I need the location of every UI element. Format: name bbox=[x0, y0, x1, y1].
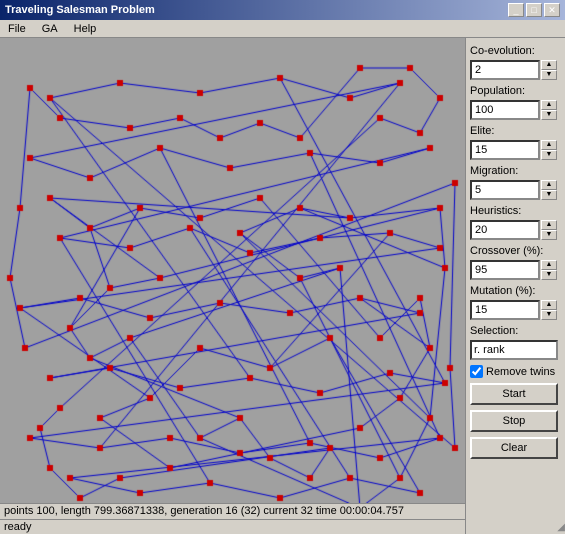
title-bar-text: Traveling Salesman Problem bbox=[5, 4, 155, 16]
crossover-spinner: ▲ ▼ bbox=[470, 260, 561, 280]
coevolution-down[interactable]: ▼ bbox=[541, 70, 557, 80]
canvas-container bbox=[0, 38, 465, 503]
population-down[interactable]: ▼ bbox=[541, 110, 557, 120]
remove-twins-label: Remove twins bbox=[486, 366, 555, 378]
mutation-spinner: ▲ ▼ bbox=[470, 300, 561, 320]
migration-label: Migration: bbox=[470, 165, 561, 177]
coevolution-label: Co-evolution: bbox=[470, 45, 561, 57]
population-spinner: ▲ ▼ bbox=[470, 100, 561, 120]
heuristics-label: Heuristics: bbox=[470, 205, 561, 217]
coevolution-spinner: ▲ ▼ bbox=[470, 60, 561, 80]
sidebar: Co-evolution: ▲ ▼ Population: ▲ ▼ Elite:… bbox=[465, 38, 565, 534]
crossover-input[interactable] bbox=[470, 260, 540, 280]
close-button[interactable]: ✕ bbox=[544, 3, 560, 17]
ready-text: ready bbox=[4, 521, 32, 533]
start-button[interactable]: Start bbox=[470, 383, 558, 405]
elite-spinner: ▲ ▼ bbox=[470, 140, 561, 160]
menu-help[interactable]: Help bbox=[70, 22, 101, 36]
crossover-label: Crossover (%): bbox=[470, 245, 561, 257]
menu-bar: File GA Help bbox=[0, 20, 565, 38]
main-area: points 100, length 799.36871338, generat… bbox=[0, 38, 565, 534]
coevolution-input[interactable] bbox=[470, 60, 540, 80]
crossover-up[interactable]: ▲ bbox=[541, 260, 557, 270]
status-bar: points 100, length 799.36871338, generat… bbox=[0, 503, 465, 519]
ready-bar: ready bbox=[0, 519, 465, 534]
heuristics-down[interactable]: ▼ bbox=[541, 230, 557, 240]
elite-label: Elite: bbox=[470, 125, 561, 137]
title-bar-buttons: _ □ ✕ bbox=[508, 3, 560, 17]
mutation-up[interactable]: ▲ bbox=[541, 300, 557, 310]
remove-twins-checkbox[interactable] bbox=[470, 365, 483, 378]
heuristics-input[interactable] bbox=[470, 220, 540, 240]
coevolution-up[interactable]: ▲ bbox=[541, 60, 557, 70]
stop-button[interactable]: Stop bbox=[470, 410, 558, 432]
status-text: points 100, length 799.36871338, generat… bbox=[4, 505, 404, 517]
title-bar: Traveling Salesman Problem _ □ ✕ bbox=[0, 0, 565, 20]
selection-select[interactable]: r. rank tournament roulette bbox=[470, 340, 558, 360]
mutation-input[interactable] bbox=[470, 300, 540, 320]
menu-ga[interactable]: GA bbox=[38, 22, 62, 36]
migration-spinner: ▲ ▼ bbox=[470, 180, 561, 200]
population-label: Population: bbox=[470, 85, 561, 97]
elite-input[interactable] bbox=[470, 140, 540, 160]
migration-down[interactable]: ▼ bbox=[541, 190, 557, 200]
population-up[interactable]: ▲ bbox=[541, 100, 557, 110]
mutation-down[interactable]: ▼ bbox=[541, 310, 557, 320]
crossover-down[interactable]: ▼ bbox=[541, 270, 557, 280]
elite-down[interactable]: ▼ bbox=[541, 150, 557, 160]
tsp-canvas bbox=[0, 38, 465, 503]
elite-up[interactable]: ▲ bbox=[541, 140, 557, 150]
minimize-button[interactable]: _ bbox=[508, 3, 524, 17]
resize-grip: ◢ bbox=[553, 522, 565, 534]
heuristics-spinner: ▲ ▼ bbox=[470, 220, 561, 240]
mutation-label: Mutation (%): bbox=[470, 285, 561, 297]
population-input[interactable] bbox=[470, 100, 540, 120]
maximize-button[interactable]: □ bbox=[526, 3, 542, 17]
selection-wrapper: r. rank tournament roulette bbox=[470, 340, 561, 360]
remove-twins-row: Remove twins bbox=[470, 365, 561, 378]
selection-label: Selection: bbox=[470, 325, 561, 337]
clear-button[interactable]: Clear bbox=[470, 437, 558, 459]
migration-input[interactable] bbox=[470, 180, 540, 200]
heuristics-up[interactable]: ▲ bbox=[541, 220, 557, 230]
canvas-area: points 100, length 799.36871338, generat… bbox=[0, 38, 465, 534]
menu-file[interactable]: File bbox=[4, 22, 30, 36]
migration-up[interactable]: ▲ bbox=[541, 180, 557, 190]
